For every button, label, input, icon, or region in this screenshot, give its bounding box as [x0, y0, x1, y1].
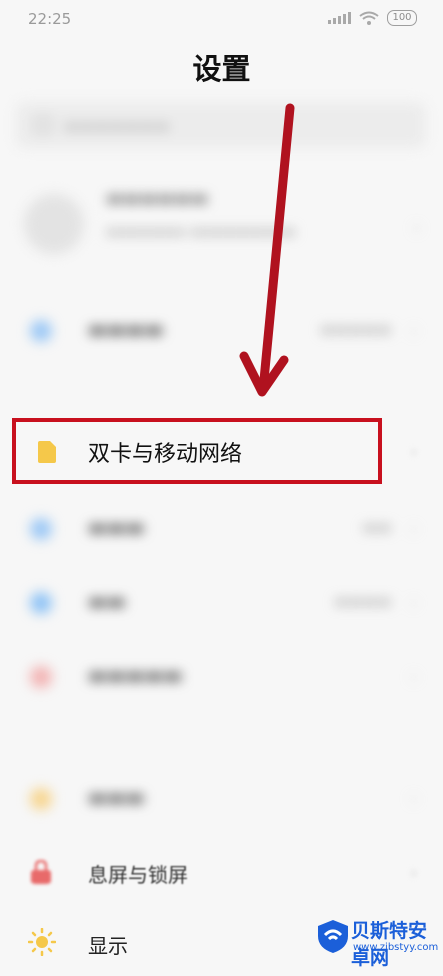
chevron-right-icon: › [410, 442, 417, 461]
wifi-icon [359, 11, 379, 25]
hotspot-icon [30, 666, 52, 688]
lock-icon [31, 860, 51, 884]
dual-sim-label: 双卡与移动网络 [88, 442, 243, 467]
settings-row-lock-screen[interactable]: 息屏与锁屏 › [0, 840, 443, 904]
settings-row-notifications[interactable]: ▬▬▬ › [0, 766, 443, 830]
chevron-right-icon: › [410, 519, 417, 538]
highlight-dual-sim[interactable]: 双卡与移动网络 [12, 418, 382, 484]
row-label: ▬▬ [88, 589, 126, 613]
watermark-url: www.zjbstyy.com [353, 942, 439, 953]
settings-row-bluetooth[interactable]: ▬▬ ▬▬▬▬ › [0, 570, 443, 634]
battery-icon: 100 [387, 10, 417, 26]
search-bar[interactable]: ▬▬▬▬▬▬▬ [16, 102, 426, 148]
settings-row-hotspot[interactable]: ▬▬▬▬▬ › [0, 644, 443, 708]
bluetooth-icon [30, 592, 52, 614]
row-label: ▬▬▬ [88, 515, 145, 539]
account-subtitle: ▬▬▬▬▬▬ ▬▬▬▬▬▬▬▬ [106, 224, 296, 240]
avatar [24, 194, 84, 254]
wifi-icon [30, 518, 52, 540]
chevron-right-icon: › [410, 789, 417, 808]
settings-row-device[interactable]: ▬▬▬▬ ▬▬▬▬▬ › [0, 298, 443, 362]
display-label: 显示 [88, 934, 128, 958]
notification-icon [30, 788, 52, 810]
row-label: ▬▬▬▬ [88, 317, 164, 341]
search-icon [34, 116, 52, 134]
shield-icon [318, 920, 348, 953]
chevron-right-icon: › [410, 667, 417, 686]
row-label: ▬▬▬ [88, 785, 145, 809]
chevron-right-icon: › [410, 593, 417, 612]
chevron-right-icon: › [413, 218, 420, 237]
row-value: ▬▬ [362, 518, 391, 536]
settings-row-wlan[interactable]: ▬▬▬ ▬▬ › [0, 496, 443, 560]
signal-icon [328, 12, 351, 24]
watermark: 贝斯特安卓网 www.zjbstyy.com [311, 914, 443, 969]
search-placeholder: ▬▬▬▬▬▬▬ [64, 115, 170, 135]
status-bar: 22:25 100 [0, 0, 443, 40]
status-time: 22:25 [28, 10, 72, 28]
row-value: ▬▬▬▬ [334, 592, 391, 610]
chevron-right-icon: › [410, 863, 417, 882]
device-icon [30, 320, 52, 342]
row-label: ▬▬▬▬▬ [88, 663, 183, 687]
account-block[interactable]: ▬▬▬▬▬▬ ▬▬▬▬▬▬ ▬▬▬▬▬▬▬▬ › [24, 180, 424, 280]
chevron-right-icon: › [410, 321, 417, 340]
sim-card-icon [38, 441, 56, 463]
status-icons: 100 [328, 10, 417, 26]
account-name: ▬▬▬▬▬▬ [106, 188, 209, 209]
sun-icon [28, 928, 56, 956]
row-value: ▬▬▬▬▬ [320, 320, 391, 338]
lock-screen-label: 息屏与锁屏 [88, 863, 188, 887]
page-title: 设置 [192, 52, 251, 86]
